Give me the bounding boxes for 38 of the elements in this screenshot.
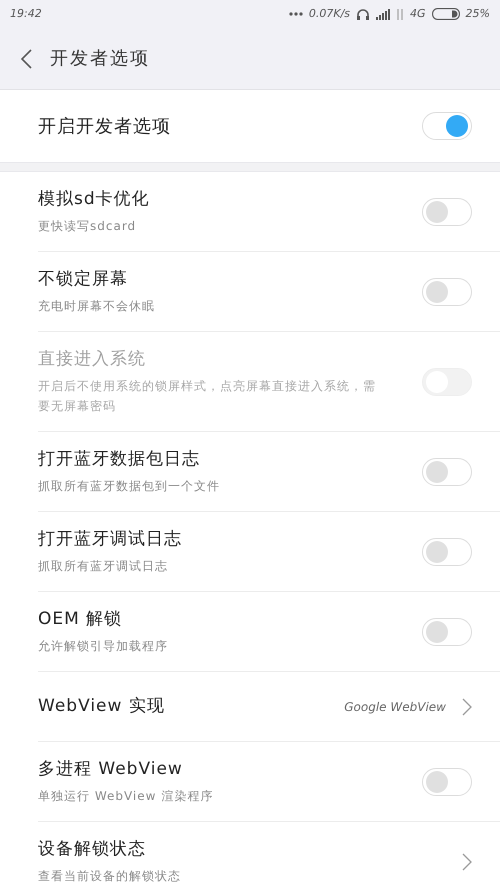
setting-title: 直接进入系统 [38,348,147,372]
toggle-switch[interactable] [422,278,472,306]
status-time: 19:42 [10,6,42,22]
toggle-switch[interactable] [422,112,472,140]
headphone-icon [356,8,370,20]
network-speed: 0.07K/s [308,6,350,22]
setting-title: OEM 解锁 [38,608,124,632]
chevron-right-icon [462,698,472,716]
setting-title: 不锁定屏幕 [38,268,129,292]
toggle-switch[interactable] [422,538,472,566]
more-dots-icon [288,12,303,16]
setting-title: 模拟sd卡优化 [38,188,150,212]
setting-title: 开启开发者选项 [38,114,171,138]
setting-description: 更快读写sdcard [38,218,138,235]
setting-description: 允许解锁引导加载程序 [38,638,168,655]
setting-title: 打开蓝牙调试日志 [38,528,182,552]
battery-icon [432,8,460,20]
setting-description: 抓取所有蓝牙调试日志 [38,558,169,575]
setting-title: 多进程 WebView [38,758,184,782]
toggle-switch[interactable] [422,458,472,486]
battery-percent: 25% [466,6,490,22]
setting-title: 设备解锁状态 [38,838,147,862]
setting-title: 打开蓝牙数据包日志 [38,448,201,472]
network-type: 4G [410,6,426,22]
signal-icon [376,8,390,20]
setting-title: WebView 实现 [38,694,165,718]
toggle-switch[interactable] [422,198,472,226]
toggle-switch[interactable] [422,768,472,796]
setting-description: 开启后不使用系统的锁屏样式，点亮屏幕直接进入系统，需要无屏幕密码 [38,378,377,415]
setting-description: 单独运行 WebView 渲染程序 [38,788,214,805]
setting-description: 充电时屏幕不会休眠 [38,298,155,315]
back-icon[interactable] [20,48,32,68]
toggle-switch[interactable] [422,618,472,646]
page-title: 开发者选项 [50,47,150,71]
chevron-right-icon [462,852,472,870]
setting-value: Google WebView [344,698,446,716]
setting-description: 查看当前设备的解锁状态 [38,868,181,885]
setting-description: 抓取所有蓝牙数据包到一个文件 [38,478,220,495]
